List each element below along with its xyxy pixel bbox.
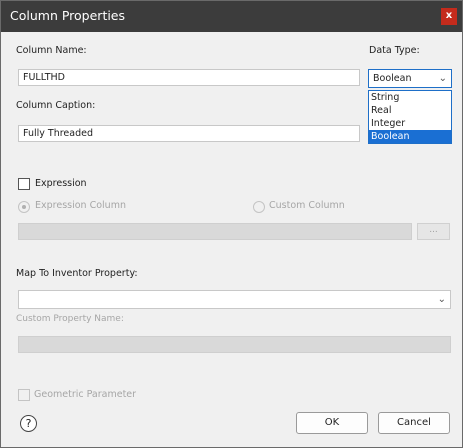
custom-column-label: Custom Column: [269, 200, 345, 211]
data-type-option-string[interactable]: String: [369, 91, 451, 104]
chevron-down-icon: ⌄: [438, 73, 447, 84]
ok-button[interactable]: OK: [296, 412, 368, 434]
cancel-button[interactable]: Cancel: [378, 412, 450, 434]
geometric-parameter-label: Geometric Parameter: [34, 389, 137, 400]
expression-column-label: Expression Column: [35, 200, 126, 211]
close-button[interactable]: x: [441, 8, 457, 25]
expression-browse-button[interactable]: ...: [417, 223, 450, 240]
custom-property-name-label: Custom Property Name:: [16, 314, 124, 324]
data-type-option-real[interactable]: Real: [369, 104, 451, 117]
inventor-property-label: Map To Inventor Property:: [16, 268, 138, 279]
inventor-property-select[interactable]: ⌄: [18, 290, 451, 309]
data-type-dropdown-list: String Real Integer Boolean: [368, 90, 452, 144]
column-caption-label: Column Caption:: [16, 100, 96, 111]
data-type-option-boolean[interactable]: Boolean: [369, 130, 451, 143]
help-button[interactable]: ?: [20, 415, 37, 432]
geometric-parameter-checkbox[interactable]: [18, 389, 30, 401]
column-name-label: Column Name:: [16, 45, 87, 56]
data-type-option-integer[interactable]: Integer: [369, 117, 451, 130]
chevron-down-icon: ⌄: [437, 294, 446, 305]
custom-column-radio[interactable]: [253, 201, 265, 213]
column-name-input[interactable]: FULLTHD: [18, 69, 360, 86]
custom-property-name-input[interactable]: [18, 336, 451, 353]
data-type-select[interactable]: Boolean ⌄: [368, 69, 452, 88]
expression-label: Expression: [35, 178, 87, 189]
dialog-title: Column Properties: [10, 8, 126, 23]
column-properties-dialog: Column Properties x Column Name: FULLTHD…: [0, 0, 463, 448]
expression-input[interactable]: [18, 223, 412, 240]
data-type-label: Data Type:: [369, 45, 420, 56]
title-bar: Column Properties x: [1, 1, 462, 32]
help-icon: ?: [25, 417, 32, 430]
column-caption-input[interactable]: Fully Threaded: [18, 125, 360, 142]
data-type-selected-value: Boolean: [373, 73, 412, 84]
expression-checkbox[interactable]: [18, 178, 30, 190]
expression-column-radio[interactable]: [18, 201, 30, 213]
close-icon: x: [445, 10, 453, 21]
